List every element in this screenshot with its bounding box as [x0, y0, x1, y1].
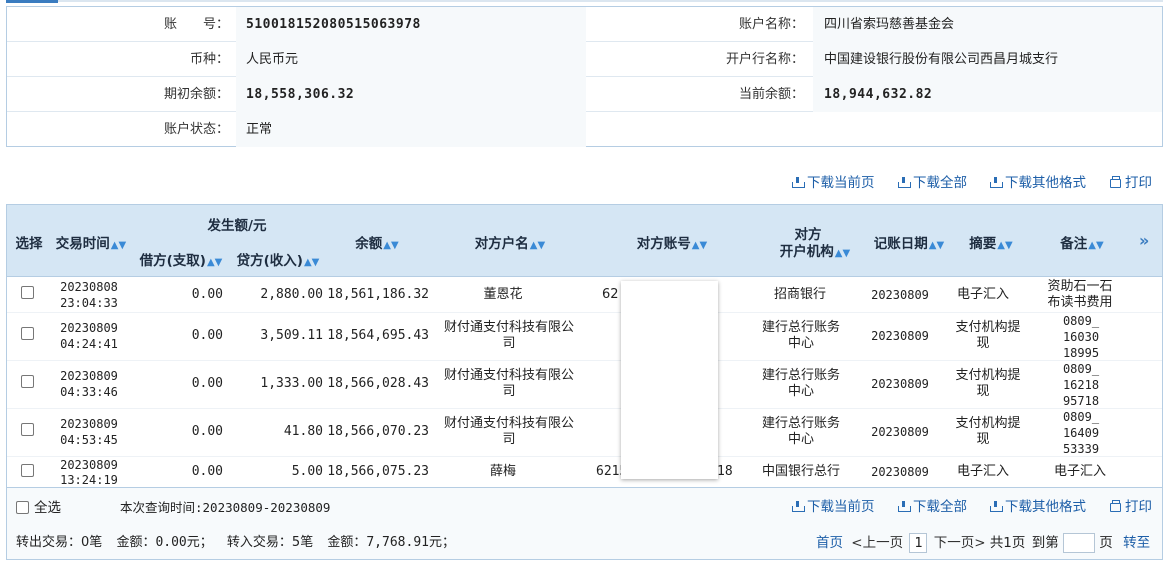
first-page-link[interactable]: 首页: [816, 535, 843, 551]
table-header: 选择 交易时间▲▼ 发生额/元 借方(支取)▲▼ 贷方(收入)▲▼ 余额▲▼ 对…: [7, 205, 1162, 277]
print-icon: [1110, 500, 1121, 512]
totals-summary: 转出交易：0笔 金额：0.00元； 转入交易：5笔 金额：7,768.91元；: [16, 535, 455, 550]
goto-label: 到第: [1031, 535, 1059, 551]
sort-icon: ▲▼: [529, 240, 546, 251]
page-unit: 页: [1099, 535, 1113, 551]
col-select: 选择: [15, 236, 43, 252]
currency-label: 币种：: [189, 52, 229, 67]
current-balance-label: 当前余额：: [738, 87, 804, 102]
info-row-currency: 币种： 人民币元 开户行名称： 中国建设银行股份有限公司西昌月城支行: [7, 42, 1162, 77]
account-name-label: 账户名称：: [738, 17, 804, 32]
table-row: 20230809 04:24:41 0.00 3,509.11 18,564,6…: [7, 313, 1162, 361]
download-icon: [898, 177, 911, 188]
download-all-link[interactable]: 下载全部: [898, 173, 967, 193]
info-row-account: 账 号： 510018152080515063978 账户名称： 四川省索玛慈善…: [7, 7, 1162, 42]
sort-icon: ▲▼: [383, 240, 399, 251]
print-link[interactable]: 打印: [1110, 173, 1152, 193]
bank-label: 开户行名称：: [725, 52, 804, 67]
sort-icon: ▲▼: [997, 240, 1013, 251]
pagination: 首页 <上一页 1 下一页> 共1页 到第 页 转至: [816, 532, 1150, 554]
transaction-table: 选择 交易时间▲▼ 发生额/元 借方(支取)▲▼ 贷方(收入)▲▼ 余额▲▼ 对…: [6, 204, 1163, 488]
sort-icon: ▲▼: [303, 257, 320, 268]
bank-value: 中国建设银行股份有限公司西昌月城支行: [824, 52, 1059, 67]
bottom-toolbar: 下载当前页 下载全部 下载其他格式 打印: [0, 497, 1167, 517]
account-number-label: 账 号：: [163, 17, 229, 32]
account-info-panel: 账 号： 510018152080515063978 账户名称： 四川省索玛慈善…: [6, 6, 1163, 147]
col-balance[interactable]: 余额▲▼: [347, 232, 407, 252]
col-party-account[interactable]: 对方账号▲▼: [631, 232, 713, 252]
sort-icon: ▲▼: [206, 257, 223, 268]
table-row: 20230809 04:53:45 0.00 41.80 18,566,070.…: [7, 409, 1162, 457]
total-pages: 共1页: [989, 535, 1026, 551]
opening-balance: 18,558,306.32: [246, 87, 355, 102]
download-icon: [898, 501, 911, 512]
next-page-link[interactable]: 下一页>: [934, 535, 986, 551]
info-row-status: 账户状态： 正常: [7, 112, 1162, 147]
info-row-balance: 期初余额： 18,558,306.32 当前余额： 18,944,632.82: [7, 77, 1162, 112]
row-checkbox[interactable]: [21, 464, 34, 477]
sort-icon: ▲▼: [1088, 240, 1104, 251]
download-page-link[interactable]: 下载当前页: [792, 497, 875, 517]
download-other-link[interactable]: 下载其他格式: [990, 173, 1086, 193]
current-page[interactable]: 1: [909, 533, 928, 553]
download-all-link[interactable]: 下载全部: [898, 497, 967, 517]
sort-icon: ▲▼: [928, 240, 945, 251]
sort-icon: ▲▼: [110, 240, 127, 251]
download-icon: [990, 177, 1003, 188]
goto-button[interactable]: 转至: [1123, 535, 1150, 551]
active-tab-indicator: [6, 0, 58, 3]
col-debit[interactable]: 借方(支取)▲▼: [135, 249, 227, 269]
currency-value: 人民币元: [246, 52, 299, 67]
download-icon: [990, 501, 1003, 512]
row-checkbox[interactable]: [21, 286, 34, 299]
redaction-overlay: [621, 281, 718, 479]
opening-balance-label: 期初余额：: [163, 87, 229, 102]
sort-icon: ▲▼: [834, 248, 851, 259]
top-toolbar: 下载当前页 下载全部 下载其他格式 打印: [0, 173, 1167, 193]
prev-page-link[interactable]: <上一页: [851, 535, 903, 551]
col-time[interactable]: 交易时间▲▼: [53, 232, 129, 252]
print-link[interactable]: 打印: [1110, 497, 1152, 517]
table-row: 20230808 23:04:33 0.00 2,880.00 18,561,1…: [7, 277, 1162, 313]
sort-icon: ▲▼: [691, 240, 708, 251]
account-status: 正常: [246, 122, 273, 137]
table-row: 20230809 13:24:19 0.00 5.00 18,566,075.2…: [7, 457, 1162, 488]
row-checkbox[interactable]: [21, 423, 34, 436]
col-summary[interactable]: 摘要▲▼: [967, 232, 1015, 252]
col-remark[interactable]: 备注▲▼: [1059, 232, 1105, 252]
download-other-link[interactable]: 下载其他格式: [990, 497, 1086, 517]
col-credit[interactable]: 贷方(收入)▲▼: [231, 249, 325, 269]
download-page-link[interactable]: 下载当前页: [792, 173, 875, 193]
account-name: 四川省索玛慈善基金会: [824, 17, 955, 32]
account-number: 510018152080515063978: [246, 17, 421, 32]
download-icon: [792, 177, 805, 188]
print-icon: [1110, 176, 1121, 188]
col-amount-group: 发生额/元: [207, 218, 267, 234]
account-status-label: 账户状态：: [163, 122, 229, 137]
col-post-date[interactable]: 记账日期▲▼: [869, 232, 949, 252]
table-row: 20230809 04:33:46 0.00 1,333.00 18,566,0…: [7, 361, 1162, 409]
row-checkbox[interactable]: [21, 375, 34, 388]
col-party-bank[interactable]: 开户机构▲▼: [773, 240, 857, 260]
col-party-name[interactable]: 对方户名▲▼: [467, 232, 553, 252]
download-icon: [792, 501, 805, 512]
tab-strip: [6, 0, 1163, 2]
more-columns-icon[interactable]: »: [1139, 231, 1149, 250]
row-checkbox[interactable]: [21, 327, 34, 340]
goto-page-input[interactable]: [1063, 533, 1095, 553]
current-balance: 18,944,632.82: [824, 87, 933, 102]
